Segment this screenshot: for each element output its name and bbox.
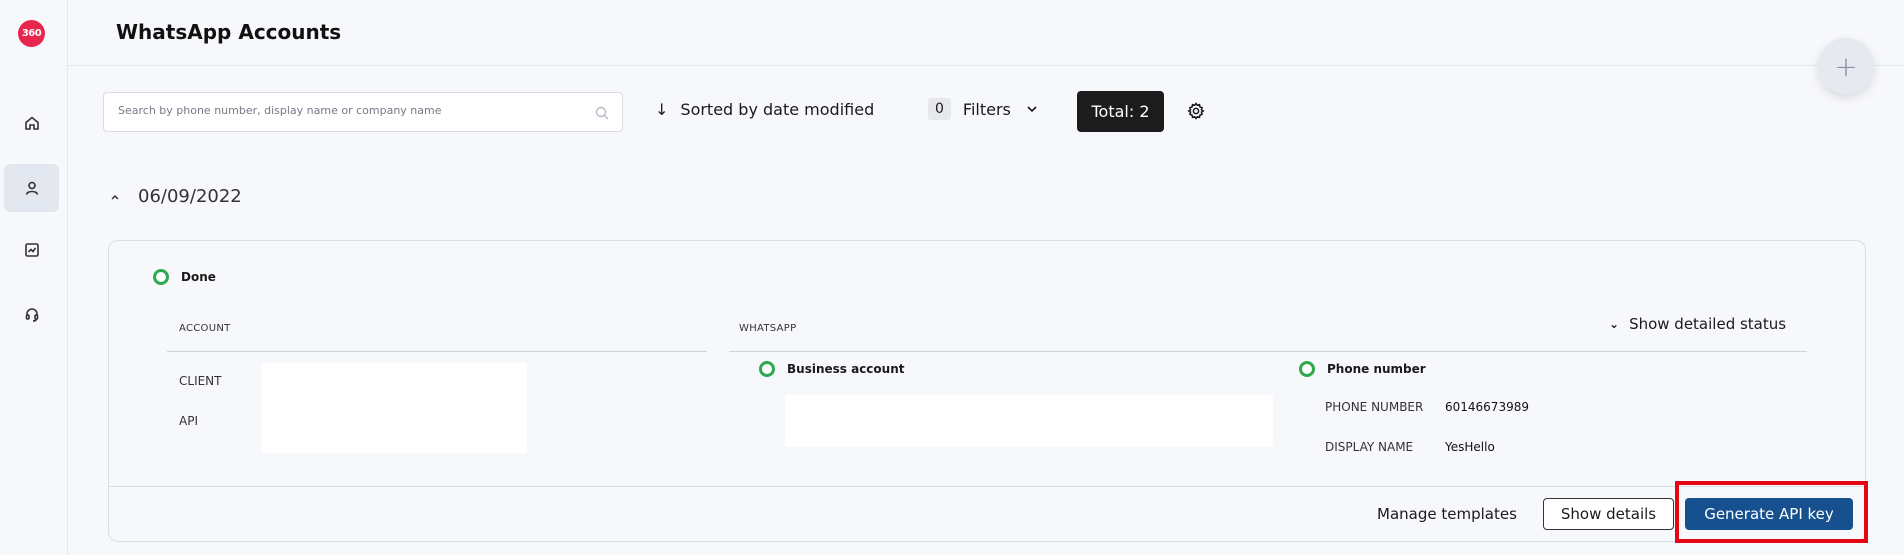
phone-status-dot-icon xyxy=(1299,361,1315,377)
double-chevron-down-icon: ⌄ xyxy=(1609,317,1620,331)
display-name-key: DISPLAY NAME xyxy=(1325,440,1414,454)
account-card: Done ACCOUNT WHATSAPP ⌄ Show detailed st… xyxy=(108,240,1866,542)
filters-button[interactable]: 0 Filters xyxy=(928,98,1039,120)
date-group-header[interactable]: 06/09/2022 xyxy=(108,186,242,207)
arrow-down-icon: ↓ xyxy=(655,100,669,119)
sidebar-item-support[interactable] xyxy=(4,290,59,338)
show-detailed-status-button[interactable]: ⌄ Show detailed status xyxy=(1609,315,1786,333)
group-date: 06/09/2022 xyxy=(138,186,242,207)
search-box xyxy=(103,92,623,132)
redacted-business-values xyxy=(785,395,1273,447)
sidebar-item-insights[interactable] xyxy=(4,226,59,274)
business-account-header: Business account xyxy=(759,361,904,377)
header: WhatsApp Accounts xyxy=(68,0,1904,66)
business-status-dot-icon xyxy=(759,361,775,377)
phone-number-section-label: Phone number xyxy=(1327,362,1426,376)
logo[interactable]: 360 xyxy=(18,20,45,47)
status-badge: Done xyxy=(153,269,216,285)
sidebar-item-home[interactable] xyxy=(4,99,59,147)
filters-label: Filters xyxy=(962,99,1011,119)
show-detailed-status-label: Show detailed status xyxy=(1629,315,1787,333)
chevron-up-icon xyxy=(111,194,119,200)
plus-icon: + xyxy=(1834,49,1858,83)
status-dot-icon xyxy=(153,269,169,285)
chart-icon xyxy=(24,243,39,257)
page-title: WhatsApp Accounts xyxy=(116,20,342,44)
account-section-label: ACCOUNT xyxy=(179,323,231,334)
status-label: Done xyxy=(181,270,216,284)
sidebar-item-accounts[interactable] xyxy=(4,164,59,212)
phone-number-key: PHONE NUMBER xyxy=(1325,400,1424,414)
home-icon xyxy=(24,116,39,130)
show-details-button[interactable]: Show details xyxy=(1543,498,1674,530)
search-icon[interactable] xyxy=(594,105,610,121)
gear-icon[interactable] xyxy=(1186,101,1206,121)
whatsapp-divider xyxy=(729,351,1807,352)
headset-icon xyxy=(25,308,38,322)
total-badge: Total: 2 xyxy=(1077,91,1164,132)
whatsapp-section-label: WHATSAPP xyxy=(739,323,797,334)
filter-count-badge: 0 xyxy=(928,98,951,120)
user-icon xyxy=(25,181,38,195)
card-footer-divider xyxy=(109,486,1865,487)
search-input[interactable] xyxy=(118,104,578,117)
sidebar: 360 xyxy=(0,0,68,555)
account-divider xyxy=(167,351,707,352)
sort-label: Sorted by date modified xyxy=(680,100,875,119)
highlight-box xyxy=(1675,481,1868,543)
sort-button[interactable]: ↓ Sorted by date modified xyxy=(655,100,874,119)
api-label: API xyxy=(179,414,198,428)
client-label: CLIENT xyxy=(179,374,222,388)
add-button[interactable]: + xyxy=(1818,38,1874,94)
redacted-account-values xyxy=(261,363,527,453)
business-account-label: Business account xyxy=(787,362,905,376)
phone-number-value: 60146673989 xyxy=(1445,400,1529,414)
chevron-down-icon xyxy=(1027,106,1037,113)
phone-number-header: Phone number xyxy=(1299,361,1426,377)
display-name-value: YesHello xyxy=(1445,440,1495,454)
manage-templates-button[interactable]: Manage templates xyxy=(1377,505,1517,523)
